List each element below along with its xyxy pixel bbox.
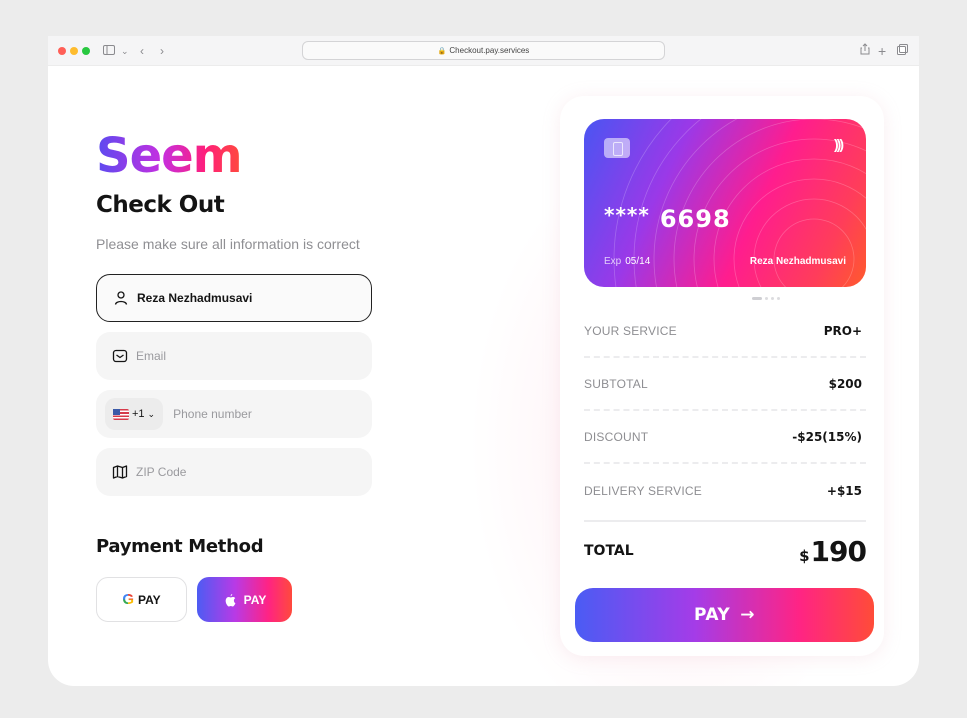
card-expiry-value: 05/14	[625, 256, 651, 267]
share-icon[interactable]	[860, 43, 870, 59]
summary-label: DISCOUNT	[584, 430, 649, 444]
summary-row-discount: DISCOUNT -$25(15%)	[584, 422, 866, 452]
summary-row-subtotal: SUBTOTAL $200	[584, 369, 866, 399]
new-tab-icon[interactable]: +	[878, 43, 886, 59]
tabs-overview-icon[interactable]	[897, 43, 908, 59]
page-title: Check Out	[96, 192, 225, 218]
pagination-dot[interactable]	[771, 297, 774, 300]
zip-field[interactable]: ZIP Code	[96, 448, 372, 496]
mail-icon	[112, 349, 128, 363]
pay-button-label: PAY	[694, 605, 731, 625]
payment-method-title: Payment Method	[96, 536, 264, 557]
browser-toolbar: ⌄ ‹ › 🔒 Checkout.pay.services +	[48, 36, 919, 66]
address-bar[interactable]: 🔒 Checkout.pay.services	[302, 41, 665, 60]
card-expiry-label: Exp	[604, 256, 622, 267]
phone-placeholder: Phone number	[173, 407, 252, 421]
apple-icon	[225, 593, 236, 606]
close-window-button[interactable]	[58, 47, 66, 55]
chevron-down-icon[interactable]: ⌄	[121, 43, 129, 59]
forward-icon[interactable]: ›	[160, 43, 164, 59]
email-placeholder: Email	[136, 349, 167, 363]
card-last4: 6698	[659, 205, 731, 233]
contactless-icon: )))	[834, 136, 844, 152]
summary-value: $200	[828, 377, 862, 391]
url-text: Checkout.pay.services	[449, 46, 530, 55]
google-pay-button[interactable]: G PAY	[96, 577, 187, 622]
pagination-dot[interactable]	[752, 297, 762, 300]
pagination-dot[interactable]	[765, 297, 768, 300]
zoom-window-button[interactable]	[82, 47, 90, 55]
summary-row-delivery: DELIVERY SERVICE +$15	[584, 476, 866, 506]
country-code-selector[interactable]: +1 ⌄	[105, 398, 164, 430]
summary-label: DELIVERY SERVICE	[584, 484, 702, 498]
total-currency: $	[799, 546, 810, 565]
map-icon	[112, 465, 128, 479]
total-label: TOTAL	[584, 543, 634, 559]
card-number-masked: ****	[604, 203, 650, 227]
name-field[interactable]: Reza Nezhadmusavi	[96, 274, 372, 322]
total-amount: 190	[810, 534, 867, 568]
summary-value: PRO+	[823, 324, 862, 338]
card-chip-icon	[604, 138, 630, 158]
minimize-window-button[interactable]	[70, 47, 78, 55]
browser-window: ⌄ ‹ › 🔒 Checkout.pay.services + Seem Chec…	[48, 36, 919, 686]
name-value: Reza Nezhadmusavi	[137, 291, 253, 305]
summary-value: -$25(15%)	[792, 430, 862, 444]
back-icon[interactable]: ‹	[140, 43, 144, 59]
zip-placeholder: ZIP Code	[136, 465, 187, 479]
total-value: $190	[799, 534, 867, 568]
divider	[584, 520, 866, 522]
user-icon	[114, 291, 128, 305]
card-expiry: Exp 05/14	[604, 256, 650, 267]
pagination-dot[interactable]	[777, 297, 780, 300]
pay-button[interactable]: PAY →	[575, 588, 874, 642]
email-field[interactable]: Email	[96, 332, 372, 380]
lock-icon: 🔒	[437, 48, 447, 55]
apple-pay-button[interactable]: PAY	[197, 577, 292, 622]
summary-label: SUBTOTAL	[584, 377, 648, 391]
summary-value: +$15	[826, 484, 862, 498]
country-code: +1	[132, 408, 145, 420]
card-number: **** 6698	[604, 203, 731, 233]
summary-label: YOUR SERVICE	[584, 324, 677, 338]
card-pagination[interactable]	[752, 297, 780, 300]
page-subtitle: Please make sure all information is corr…	[96, 236, 360, 252]
brand-logo: Seem	[96, 128, 243, 184]
arrow-right-icon: →	[740, 605, 755, 625]
divider	[584, 462, 866, 464]
google-icon: G	[122, 591, 134, 608]
total-row: TOTAL $190	[584, 531, 867, 571]
divider	[584, 409, 866, 411]
card-holder: Reza Nezhadmusavi	[749, 256, 846, 267]
apple-pay-label: PAY	[243, 592, 267, 607]
sidebar-icon[interactable]	[103, 43, 115, 59]
credit-card[interactable]: ))) **** 6698 Exp 05/14 Reza Nezhadmusavi	[584, 119, 866, 287]
phone-field[interactable]: +1 ⌄ Phone number	[96, 390, 372, 438]
us-flag-icon	[113, 408, 129, 420]
summary-row-service: YOUR SERVICE PRO+	[584, 316, 866, 346]
google-pay-label: PAY	[137, 592, 161, 607]
chevron-down-icon: ⌄	[147, 408, 156, 419]
divider	[584, 356, 866, 358]
